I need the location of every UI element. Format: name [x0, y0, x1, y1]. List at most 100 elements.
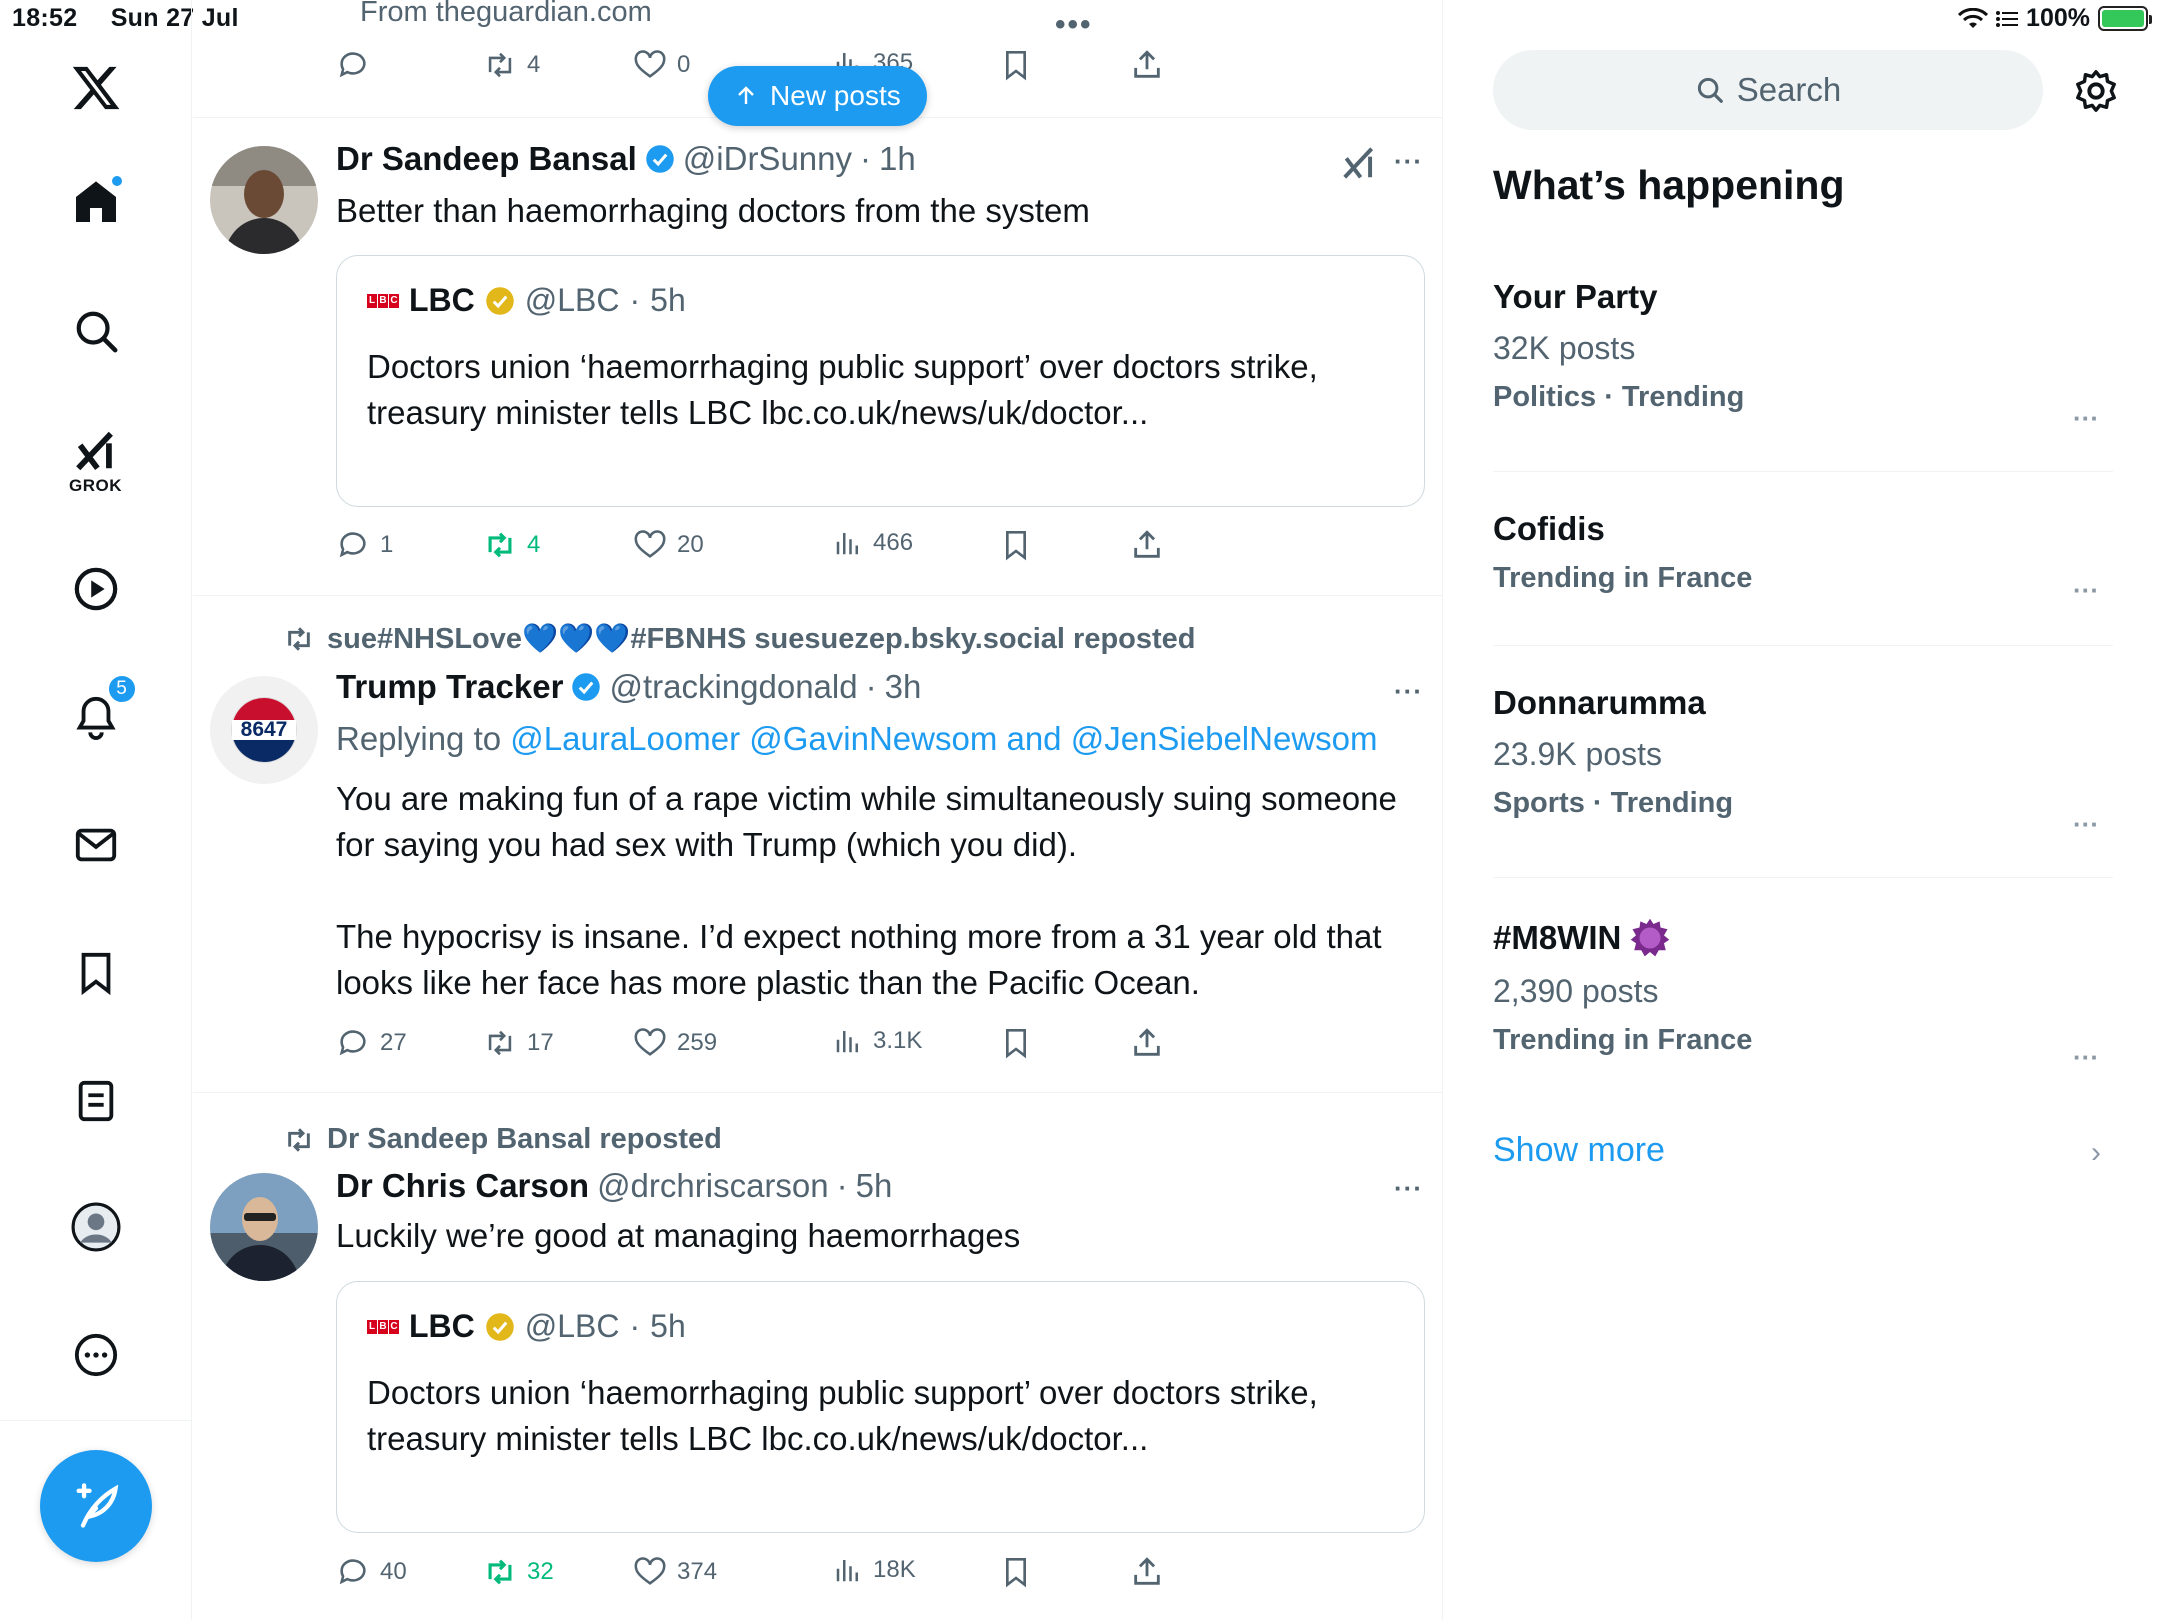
share-icon: [1134, 530, 1160, 558]
author-handle[interactable]: @trackingdonald: [609, 668, 857, 706]
x-logo-icon[interactable]: [70, 62, 122, 114]
search-icon: [76, 311, 117, 353]
replying-to-mentions[interactable]: @LauraLoomer @GavinNewsom and @JenSiebel…: [510, 720, 1377, 757]
bookmark-button[interactable]: [1000, 528, 1032, 562]
like-button[interactable]: 374: [633, 1555, 717, 1589]
lists-nav-button[interactable]: [73, 1078, 119, 1124]
reply-icon: [339, 1559, 366, 1585]
share-button[interactable]: [1130, 48, 1164, 82]
reposted-by-text[interactable]: sue#NHSLove💙💙💙#FBNHS suesuezep.bsky.soci…: [327, 622, 1196, 656]
tweet-time[interactable]: 1h: [879, 140, 916, 178]
search-input[interactable]: Search: [1493, 50, 2043, 130]
reply-button[interactable]: 40: [336, 1555, 407, 1589]
home-nav-button[interactable]: [72, 174, 124, 226]
chevron-right-icon: ›: [2091, 1136, 2101, 1169]
tweet[interactable]: sue#NHSLove💙💙💙#FBNHS suesuezep.bsky.soci…: [193, 596, 1443, 1093]
views-button[interactable]: 18K: [833, 1555, 916, 1585]
new-posts-pill-button[interactable]: New posts: [708, 66, 927, 126]
reposted-by-text[interactable]: Dr Sandeep Bansal reposted: [327, 1123, 722, 1156]
trend-item[interactable]: Your Party 32K posts Politics · Trending…: [1493, 278, 2113, 438]
repost-icon: [488, 52, 512, 78]
more-nav-button[interactable]: [73, 1332, 119, 1378]
views-button[interactable]: 3.1K: [833, 1026, 922, 1056]
like-count: 259: [677, 1029, 718, 1056]
author-handle[interactable]: @iDrSunny: [683, 140, 852, 178]
repost-button[interactable]: 17: [483, 1026, 554, 1060]
trend-more-button[interactable]: ···: [2073, 1042, 2099, 1073]
trend-more-button[interactable]: ···: [2073, 809, 2099, 840]
tweet-time[interactable]: 3h: [885, 668, 922, 706]
share-icon: [1134, 1028, 1160, 1056]
views-chart-icon: [836, 1560, 858, 1582]
heart-icon: [634, 1557, 666, 1585]
explore-nav-button[interactable]: [73, 308, 119, 354]
like-button[interactable]: 259: [633, 1026, 717, 1060]
grok-nav-button[interactable]: GROK: [69, 428, 122, 496]
video-nav-button[interactable]: [73, 566, 119, 612]
author-avatar[interactable]: 8647: [210, 676, 318, 784]
tweet-text: You are making fun of a rape victim whil…: [336, 780, 1397, 1001]
dot-separator: ·: [629, 282, 641, 318]
bookmark-icon: [81, 952, 110, 996]
repost-icon: [488, 1559, 512, 1585]
share-button[interactable]: [1130, 1555, 1164, 1589]
verified-badge-icon: [572, 673, 601, 701]
reply-button[interactable]: [336, 48, 370, 82]
bookmark-button[interactable]: [1000, 48, 1032, 82]
messages-nav-button[interactable]: [73, 822, 119, 868]
compose-post-button[interactable]: [40, 1450, 152, 1562]
like-button[interactable]: 20: [633, 528, 704, 562]
repost-button[interactable]: 4: [483, 48, 540, 82]
share-button[interactable]: [1130, 1026, 1164, 1060]
trend-item[interactable]: Donnarumma 23.9K posts Sports · Trending…: [1493, 684, 2113, 844]
trend-item[interactable]: #M8WIN 2,390 posts Trending in France ··…: [1493, 917, 2113, 1077]
tweet-header: Dr Chris Carson @drchriscarson · 5h: [336, 1167, 892, 1205]
tweet[interactable]: Dr Sandeep Bansal @iDrSunny · 1h ··· Bet…: [193, 118, 1443, 596]
tweet-time[interactable]: 5h: [856, 1167, 893, 1205]
trend-name: Donnarumma: [1493, 684, 1706, 721]
author-handle[interactable]: @drchriscarson: [597, 1167, 829, 1205]
trend-more-button[interactable]: ···: [2073, 575, 2099, 606]
bookmarks-nav-button[interactable]: [73, 950, 119, 996]
share-button[interactable]: [1130, 528, 1164, 562]
dot-separator: ·: [629, 1308, 641, 1344]
quoted-tweet-card[interactable]: LBC LBC @LBC · 5h Doctors union ‘haemorr…: [336, 255, 1425, 507]
quoted-tweet-card[interactable]: LBC LBC @LBC · 5h Doctors union ‘haemorr…: [336, 1281, 1425, 1533]
show-more-link[interactable]: Show more: [1493, 1131, 1665, 1170]
tweet-more-button[interactable]: ···: [1394, 676, 1423, 707]
notifications-nav-button[interactable]: 5: [73, 674, 137, 740]
settings-gear-icon[interactable]: [2073, 68, 2119, 114]
quoted-author-name: LBC: [409, 1308, 475, 1344]
view-count: 18K: [873, 1556, 916, 1583]
bookmark-button[interactable]: [1000, 1026, 1032, 1060]
author-avatar[interactable]: [210, 1173, 318, 1281]
repost-button[interactable]: 4: [483, 528, 540, 562]
grok-explain-icon[interactable]: [1340, 144, 1378, 182]
bookmark-button[interactable]: [1000, 1555, 1032, 1589]
bookmark-icon: [1006, 51, 1026, 81]
reply-button[interactable]: 1: [336, 528, 393, 562]
repost-button[interactable]: 32: [483, 1555, 554, 1589]
author-avatar[interactable]: [210, 146, 318, 254]
trend-item[interactable]: Cofidis Trending in France ···: [1493, 510, 2113, 610]
like-count: 374: [677, 1558, 718, 1585]
like-button[interactable]: 0: [633, 48, 690, 82]
trend-category: Sports · Trending: [1493, 787, 1734, 819]
author-name[interactable]: Dr Sandeep Bansal: [336, 140, 637, 178]
reply-button[interactable]: 27: [336, 1026, 407, 1060]
author-name[interactable]: Dr Chris Carson: [336, 1167, 589, 1205]
play-icon: [74, 567, 117, 611]
reply-count: 1: [380, 531, 394, 558]
tweet-more-button[interactable]: ···: [1394, 146, 1423, 177]
top-grabber-dots[interactable]: •••: [1055, 8, 1093, 42]
profile-nav-button[interactable]: [71, 1202, 121, 1252]
tweet-more-button[interactable]: ···: [1394, 1173, 1423, 1204]
tweet[interactable]: Dr Sandeep Bansal reposted Dr Chris Cars…: [193, 1093, 1443, 1620]
trend-more-button[interactable]: ···: [2073, 403, 2099, 434]
gold-verified-badge-icon: [486, 286, 514, 315]
quoted-author-handle: @LBC: [524, 282, 620, 318]
author-name[interactable]: Trump Tracker: [336, 668, 563, 706]
trend-posts: 23.9K posts: [1493, 736, 1662, 772]
views-button[interactable]: 466: [833, 528, 913, 558]
repost-count: 17: [527, 1029, 554, 1056]
